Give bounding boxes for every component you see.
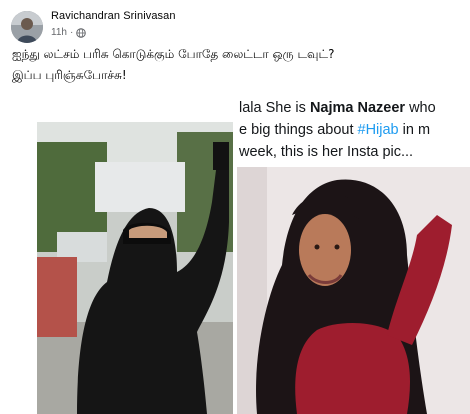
right-photo-art xyxy=(237,155,470,414)
tweet-line-1-pre: lala She is xyxy=(239,100,310,116)
caption-line-2: இப்ப புரிஞ்சுபோச்சு! xyxy=(12,68,127,82)
post-meta: 11h · xyxy=(51,27,87,38)
tweet-line-3: week, this is her Insta pic... xyxy=(239,144,414,160)
right-photo xyxy=(237,155,470,414)
tweet-name: Najma Nazeer xyxy=(309,100,406,116)
tweet-line-1-post: who xyxy=(405,100,436,116)
globe-icon[interactable] xyxy=(76,27,87,38)
post-timestamp[interactable]: 11h xyxy=(51,27,67,38)
post-caption: ஐந்து லட்சம் பரிசு கொடுக்கும் போதே லைட்ட… xyxy=(12,44,460,86)
tweet-line-2-pre: e big things about xyxy=(239,122,358,138)
right-panel: lala She is Najma Nazeer who e big thing… xyxy=(237,95,470,414)
left-photo-art xyxy=(37,122,233,414)
facebook-post: Ravichandran Srinivasan 11h · ஐந்து லட்ச… xyxy=(0,0,470,414)
author-avatar[interactable] xyxy=(11,11,43,43)
tweet-line-2-post: in m xyxy=(398,122,431,138)
caption-line-1: ஐந்து லட்சம் பரிசு கொடுக்கும் போதே லைட்ட… xyxy=(12,47,335,61)
avatar-photo xyxy=(11,11,43,43)
post-image[interactable]: lala She is Najma Nazeer who e big thing… xyxy=(0,95,470,414)
tweet-line-2: e big things about #Hijab in m xyxy=(239,119,470,141)
tweet-hashtag: #Hijab xyxy=(357,122,399,138)
left-photo xyxy=(37,122,233,414)
tweet-line-1: lala She is Najma Nazeer who xyxy=(239,97,470,119)
meta-separator: · xyxy=(69,27,74,38)
author-name[interactable]: Ravichandran Srinivasan xyxy=(51,10,176,22)
tweet-text: lala She is Najma Nazeer who e big thing… xyxy=(237,95,470,167)
